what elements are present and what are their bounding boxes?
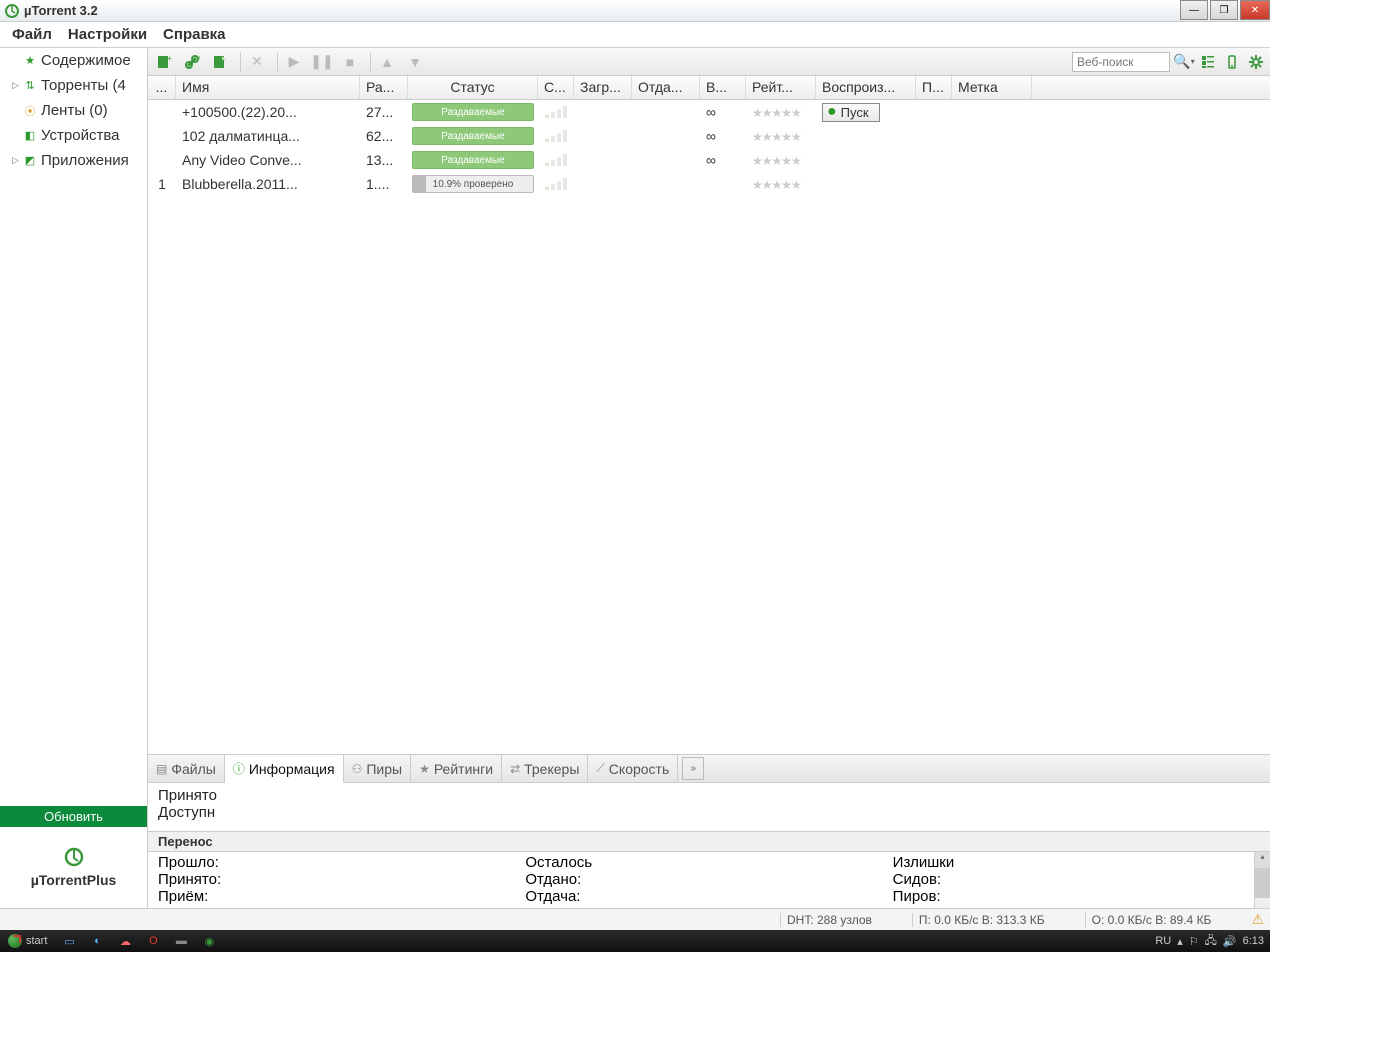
add-torrent-button[interactable]: + [152,51,176,73]
collapse-detail-button[interactable]: » [682,757,704,780]
preferences-button[interactable] [1246,52,1266,72]
status-upload[interactable]: О: 0.0 КБ/с В: 89.4 КБ [1085,913,1212,927]
taskbar-app-6[interactable]: ◉ [195,930,223,952]
move-up-button[interactable]: ▲ [375,51,399,73]
detail-scrollbar[interactable]: ▴ [1254,852,1270,908]
move-down-button[interactable]: ▼ [403,51,427,73]
column-header[interactable]: Статус [408,76,538,99]
warning-icon[interactable]: ⚠ [1251,911,1264,928]
add-url-button[interactable]: + [180,51,204,73]
column-header[interactable]: Метка [952,76,1032,99]
sidebar-item-1[interactable]: ▷⇅Торренты (4 [0,73,147,98]
tray-volume-icon[interactable]: 🔊 [1223,935,1237,948]
column-header[interactable]: Воспроиз... [816,76,916,99]
app-icon [4,3,20,19]
table-row[interactable]: +100500.(22).20...27...Раздаваемые∞★★★★★… [148,100,1270,124]
sidebar-item-4[interactable]: ▷◩Приложения [0,148,147,173]
tab-ratings[interactable]: ★Рейтинги [411,755,502,782]
menu-file[interactable]: Файл [4,23,60,46]
tray-network-icon[interactable]: 🖧 [1205,932,1217,951]
torrent-table: ...ИмяРа...СтатусС...Загр...Отда...В...Р… [148,76,1270,754]
taskbar-app-3[interactable]: ☁ [111,930,139,952]
column-header[interactable]: ... [148,76,176,99]
svg-text:+: + [167,54,172,63]
menu-help[interactable]: Справка [155,23,233,46]
window-title: µTorrent 3.2 [24,3,1178,18]
info-line: Принято [158,787,1260,804]
svg-text:+: + [197,55,200,62]
taskbar-app-5[interactable]: ▬ [167,930,195,952]
category-view-button[interactable] [1198,52,1218,72]
utorrent-plus-label: µTorrentPlus [0,872,147,888]
start-button[interactable]: ▶ [282,51,306,73]
menubar: Файл Настройки Справка [0,22,1270,48]
tab-speed[interactable]: ⟋Скорость [588,755,678,782]
tray-lang[interactable]: RU [1155,935,1171,947]
info-body: Принято Доступн [148,783,1270,831]
column-header[interactable]: С... [538,76,574,99]
tab-files[interactable]: ▤Файлы [148,755,225,782]
pause-button[interactable]: ❚❚ [310,51,334,73]
sidebar-item-0[interactable]: ★Содержимое [0,48,147,73]
speed-icon: ⟋ [596,761,604,776]
detail-pane: ▤Файлы ⓘИнформация ⚇Пиры ★Рейтинги ⇄Трек… [148,754,1270,908]
table-row[interactable]: 1Blubberella.2011...1....10.9% проверено… [148,172,1270,196]
minimize-button[interactable]: — [1180,0,1208,20]
utorrent-plus-icon [0,847,147,872]
create-torrent-button[interactable] [208,51,232,73]
tab-info[interactable]: ⓘИнформация [225,755,344,783]
table-row[interactable]: Any Video Conve...13...Раздаваемые∞★★★★★ [148,148,1270,172]
close-button[interactable]: ✕ [1240,0,1270,20]
column-header[interactable]: Загр... [574,76,632,99]
menu-settings[interactable]: Настройки [60,23,155,46]
maximize-button[interactable]: ❐ [1210,0,1238,20]
search-input[interactable] [1072,52,1170,72]
column-header[interactable]: Имя [176,76,360,99]
stop-button[interactable]: ■ [338,51,362,73]
transfer-header: Перенос [148,831,1270,852]
detail-tabs: ▤Файлы ⓘИнформация ⚇Пиры ★Рейтинги ⇄Трек… [148,755,1270,783]
windows-orb-icon [8,934,22,948]
status-dht[interactable]: DHT: 288 узлов [780,913,872,927]
info-line: Доступн [158,804,1260,821]
tray-clock[interactable]: 6:13 [1243,935,1264,947]
system-tray: RU ▴ ⚐ 🖧 🔊 6:13 [1149,932,1270,951]
taskbar-app-4[interactable]: O [139,930,167,952]
sidebar-item-2[interactable]: ⦿Ленты (0) [0,98,147,123]
search-icon-button[interactable]: 🔍▾ [1174,52,1194,72]
column-header[interactable]: Ра... [360,76,408,99]
info-icon: ⓘ [233,760,245,777]
remote-button[interactable] [1222,52,1242,72]
column-header[interactable]: П... [916,76,952,99]
table-header: ...ИмяРа...СтатусС...Загр...Отда...В...Р… [148,76,1270,100]
sidebar: ★Содержимое▷⇅Торренты (4⦿Ленты (0)◧Устро… [0,48,148,908]
taskbar-app-1[interactable]: ▭ [55,930,83,952]
peers-icon: ⚇ [352,762,363,776]
sidebar-item-3[interactable]: ◧Устройства [0,123,147,148]
tray-flag-icon[interactable]: ⚐ [1189,935,1199,948]
toolbar: + + ✕ ▶ ❚❚ ■ ▲ ▼ 🔍▾ [148,48,1270,76]
play-button[interactable]: ●Пуск [822,103,880,122]
column-header[interactable]: Рейт... [746,76,816,99]
ratings-icon: ★ [419,762,430,776]
window-controls: — ❐ ✕ [1178,0,1270,21]
files-icon: ▤ [156,762,167,776]
table-row[interactable]: 102 далматинца...62...Раздаваемые∞★★★★★ [148,124,1270,148]
tray-expand-icon[interactable]: ▴ [1177,935,1183,948]
windows-taskbar: start ▭ ◐ ☁ O ▬ ◉ RU ▴ ⚐ 🖧 🔊 6:13 [0,930,1270,952]
sidebar-update-button[interactable]: Обновить [0,806,147,827]
column-header[interactable]: В... [700,76,746,99]
sidebar-plus-promo[interactable]: µTorrentPlus [0,827,147,908]
start-button[interactable]: start [0,934,55,948]
column-header[interactable]: Отда... [632,76,700,99]
tab-trackers[interactable]: ⇄Трекеры [502,755,588,782]
trackers-icon: ⇄ [510,762,520,776]
taskbar-app-2[interactable]: ◐ [83,930,111,952]
app-statusbar: DHT: 288 узлов П: 0.0 КБ/с В: 313.3 КБ О… [0,908,1270,930]
status-download[interactable]: П: 0.0 КБ/с В: 313.3 КБ [912,913,1045,927]
titlebar: µTorrent 3.2 — ❐ ✕ [0,0,1270,22]
tab-peers[interactable]: ⚇Пиры [344,755,412,782]
transfer-grid: Прошло: Принято: Приём: Осталось Отдано:… [148,852,1270,908]
remove-button[interactable]: ✕ [245,51,269,73]
